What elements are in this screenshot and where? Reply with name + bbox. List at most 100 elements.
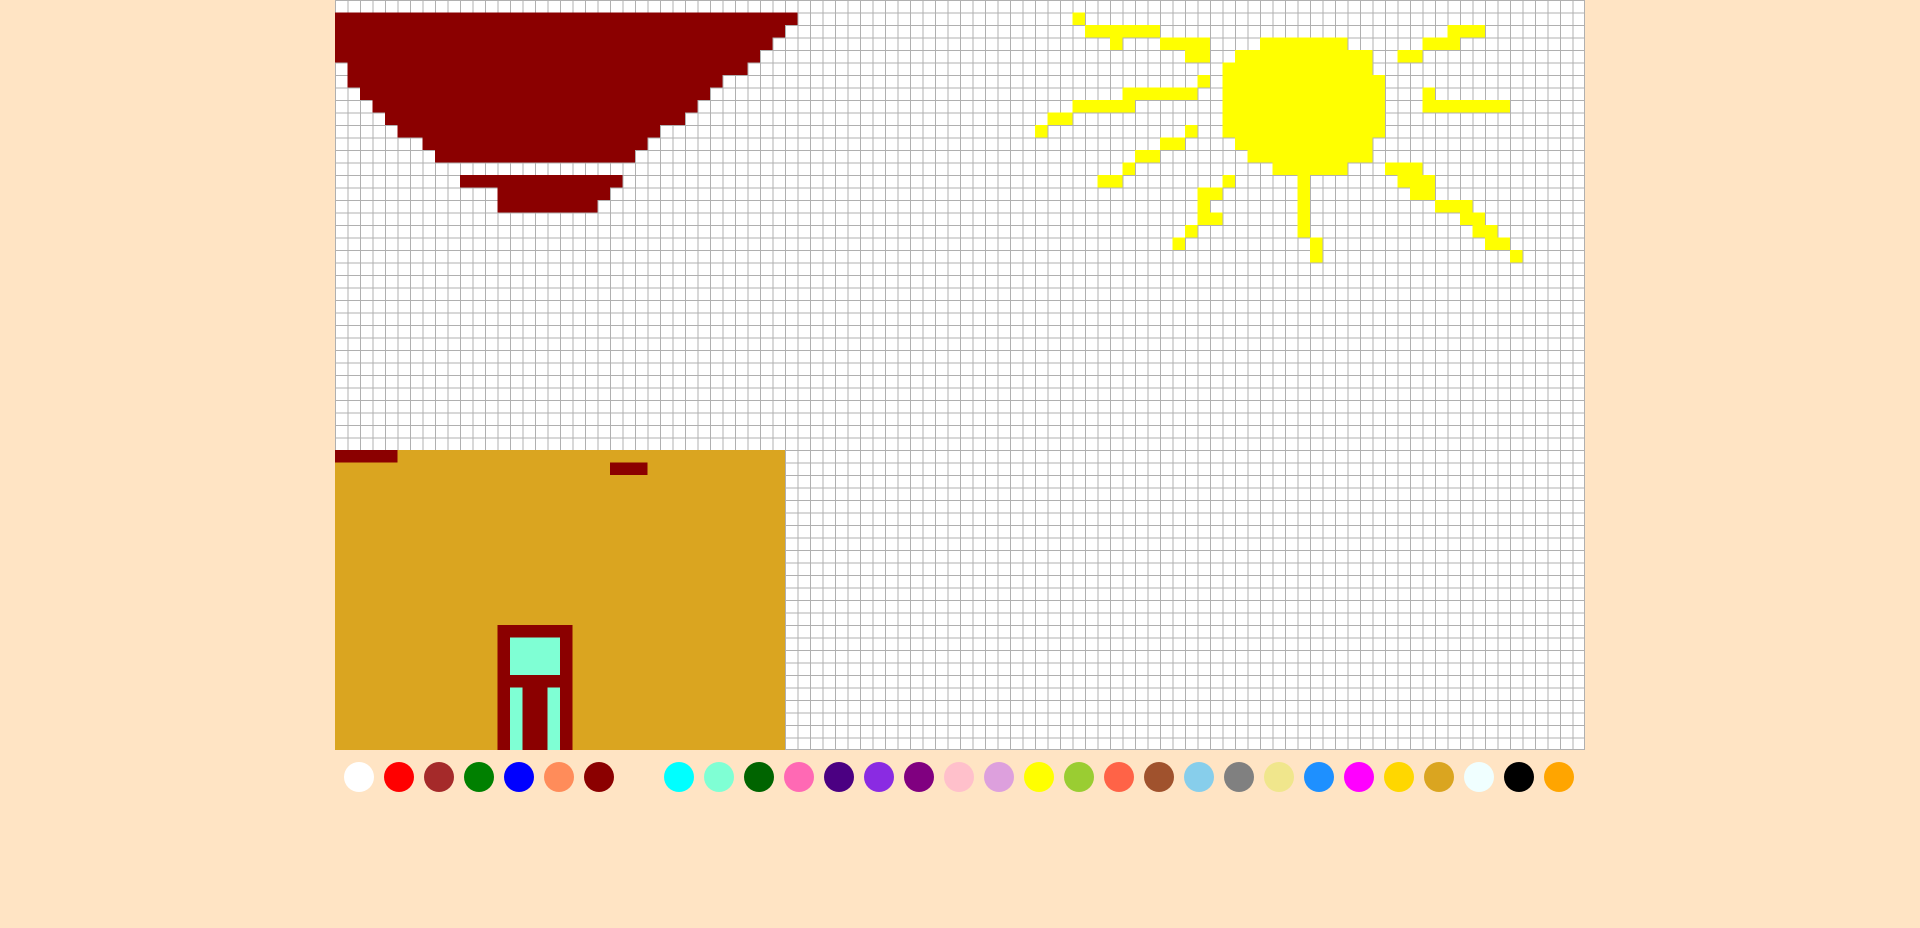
- color-swatch[interactable]: [1344, 762, 1374, 792]
- sun-ray: [1222, 175, 1235, 188]
- sun-ray: [1410, 162, 1423, 175]
- sun-ray: [1122, 87, 1198, 100]
- roof: [347, 62, 748, 75]
- pixel-drawing-canvas[interactable]: [335, 0, 1585, 750]
- roof: [372, 100, 698, 113]
- color-swatch[interactable]: [1424, 762, 1454, 792]
- sun: [1222, 100, 1385, 113]
- color-swatch[interactable]: [504, 762, 534, 792]
- sun-ray: [1047, 112, 1073, 125]
- sun-ray: [1185, 50, 1210, 63]
- color-swatch[interactable]: [824, 762, 854, 792]
- sun: [1222, 87, 1385, 100]
- color-swatch[interactable]: [1464, 762, 1494, 792]
- roof: [610, 462, 648, 475]
- door-window: [510, 637, 560, 675]
- color-swatch[interactable]: [1024, 762, 1054, 792]
- roof: [497, 200, 598, 213]
- sun: [1222, 125, 1385, 138]
- sun-ray: [1085, 25, 1160, 38]
- roof: [385, 112, 685, 125]
- sun-ray: [1397, 175, 1435, 188]
- sun-ray: [1485, 237, 1510, 250]
- sun-ray: [1447, 25, 1485, 38]
- sun-ray: [1197, 200, 1210, 213]
- color-swatch[interactable]: [544, 762, 574, 792]
- sun-ray: [1035, 125, 1048, 138]
- sun-ray: [1510, 250, 1523, 263]
- sun-ray: [1385, 162, 1410, 175]
- color-swatch[interactable]: [584, 762, 614, 792]
- sun: [1235, 137, 1373, 150]
- color-swatch[interactable]: [424, 762, 454, 792]
- sun: [1222, 112, 1385, 125]
- roof: [460, 175, 623, 188]
- color-swatch[interactable]: [1264, 762, 1294, 792]
- roof: [422, 137, 648, 150]
- color-swatch[interactable]: [1304, 762, 1334, 792]
- roof: [397, 125, 660, 138]
- color-swatch[interactable]: [1144, 762, 1174, 792]
- sun-ray: [1135, 150, 1160, 163]
- roof: [335, 12, 798, 25]
- sun: [1222, 75, 1385, 88]
- roof: [335, 25, 785, 38]
- color-swatch[interactable]: [664, 762, 694, 792]
- sun-ray: [1422, 37, 1460, 50]
- sun-ray: [1310, 237, 1323, 263]
- color-swatch[interactable]: [784, 762, 814, 792]
- color-swatch[interactable]: [1104, 762, 1134, 792]
- sun-ray: [1397, 50, 1423, 63]
- pixel-artwork: [335, 12, 1523, 750]
- sun-ray: [1422, 100, 1510, 113]
- color-swatch[interactable]: [464, 762, 494, 792]
- sun-ray: [1110, 37, 1123, 50]
- door-glass-left: [510, 687, 523, 750]
- color-swatch[interactable]: [744, 762, 774, 792]
- door-glass-right: [547, 687, 560, 750]
- sun: [1272, 162, 1348, 175]
- sun: [1260, 37, 1348, 50]
- sun: [1222, 62, 1373, 75]
- sun-ray: [1460, 212, 1485, 225]
- sun-ray: [1160, 37, 1210, 50]
- color-swatch[interactable]: [944, 762, 974, 792]
- sun-ray: [1072, 100, 1135, 113]
- roof: [347, 75, 723, 88]
- sun-ray: [1185, 125, 1198, 138]
- sun-ray: [1422, 87, 1435, 100]
- house-wall: [397, 450, 785, 463]
- sun-ray: [1410, 187, 1435, 200]
- sun-ray: [1435, 200, 1473, 213]
- sun-ray: [1097, 175, 1123, 188]
- roof: [497, 187, 610, 200]
- sun-ray: [1185, 225, 1198, 238]
- sun: [1247, 150, 1373, 163]
- sun-ray: [1160, 137, 1185, 150]
- color-swatch[interactable]: [1384, 762, 1414, 792]
- color-swatch[interactable]: [904, 762, 934, 792]
- color-swatch[interactable]: [1504, 762, 1534, 792]
- color-swatch[interactable]: [984, 762, 1014, 792]
- sun-ray: [1197, 187, 1223, 200]
- color-swatch[interactable]: [344, 762, 374, 792]
- sun-ray: [1172, 237, 1185, 250]
- sun: [1235, 50, 1373, 63]
- color-swatch[interactable]: [864, 762, 894, 792]
- roof: [335, 37, 773, 50]
- color-swatch[interactable]: [1064, 762, 1094, 792]
- color-swatch[interactable]: [704, 762, 734, 792]
- roof: [360, 87, 710, 100]
- sun-ray: [1472, 225, 1498, 238]
- color-swatch[interactable]: [1184, 762, 1214, 792]
- roof: [335, 50, 760, 63]
- sun-ray: [1197, 212, 1223, 225]
- sun-ray: [1072, 12, 1085, 25]
- color-swatch[interactable]: [1544, 762, 1574, 792]
- roof: [435, 150, 635, 163]
- color-swatch[interactable]: [1224, 762, 1254, 792]
- color-swatch[interactable]: [384, 762, 414, 792]
- sun-ray: [1197, 75, 1210, 88]
- sun-ray: [1122, 162, 1135, 175]
- color-palette: [344, 762, 1584, 792]
